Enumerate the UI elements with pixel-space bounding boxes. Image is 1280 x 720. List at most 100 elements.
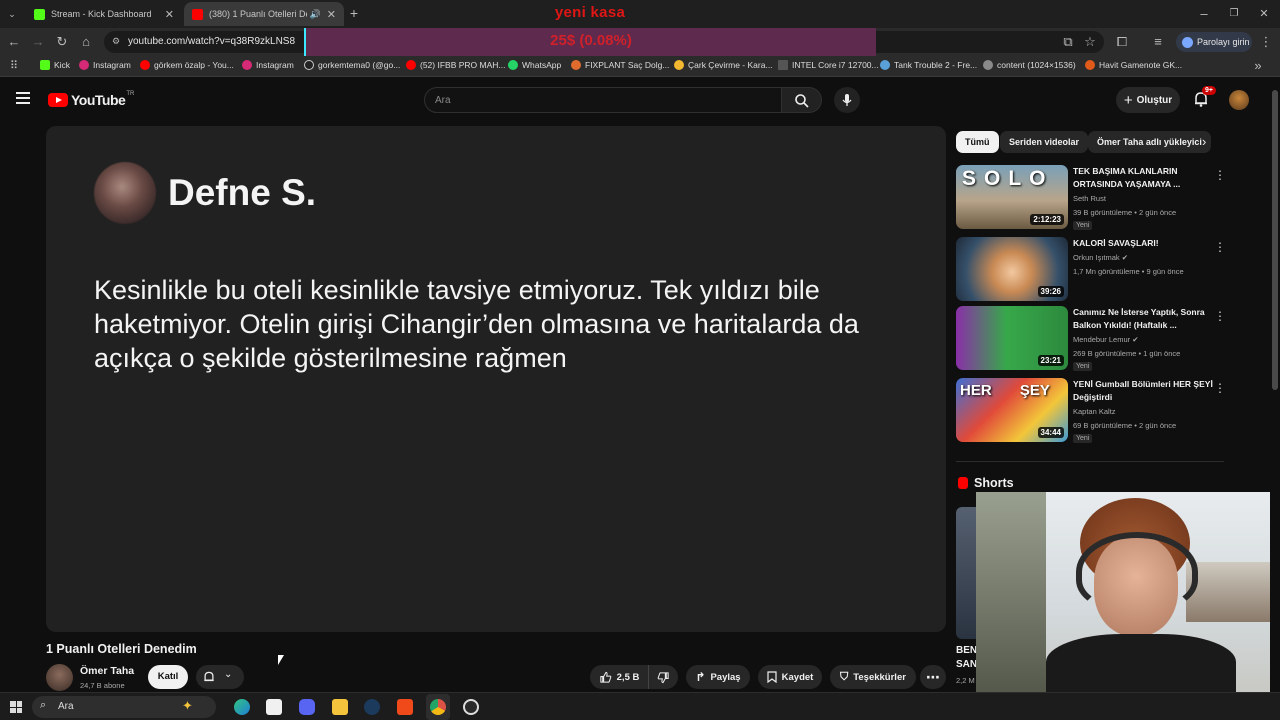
new-badge: Yeni <box>1073 221 1093 230</box>
search-input[interactable]: Ara <box>424 87 782 113</box>
taskbar-search-text: Ara <box>58 701 74 712</box>
recommendation-item[interactable]: 39:26 KALORİ SAVAŞLARI! Orkun Işıtmak ✔ … <box>956 237 1226 303</box>
minimize-icon[interactable]: – <box>1196 6 1212 22</box>
bookmark-havit[interactable]: Havit Gamenote GK... <box>1085 60 1182 70</box>
dislike-button[interactable] <box>648 665 678 689</box>
reload-icon[interactable]: ↻ <box>54 34 70 50</box>
review-text: Kesinlikle bu oteli kesinlikle tavsiye e… <box>94 275 859 373</box>
video-thumbnail[interactable]: 23:21 <box>956 306 1068 370</box>
bookmark-youtube[interactable]: (52) IFBB PRO MAH... <box>406 60 506 70</box>
speaker-icon[interactable]: 🔊 <box>310 9 321 20</box>
brave-icon[interactable] <box>397 699 413 715</box>
chevron-right-icon[interactable]: › <box>1202 134 1206 149</box>
maximize-icon[interactable]: ❐ <box>1226 6 1242 22</box>
bookmark-fixplant[interactable]: FIXPLANT Saç Dolg... <box>571 60 669 70</box>
tab-kick-dashboard[interactable]: Stream - Kick Dashboard ✕ <box>26 2 182 26</box>
recommendation-item[interactable]: 23:21 Canımız Ne İsterse Yaptık, Sonra B… <box>956 306 1226 372</box>
close-tab-icon[interactable]: ✕ <box>327 8 336 21</box>
bookmark-tank-trouble[interactable]: Tank Trouble 2 - Fre... <box>880 60 977 70</box>
recommendation-item[interactable]: HER ŞEY 34:44 YENİ Gumball Bölümleri HER… <box>956 378 1226 444</box>
bookmark-star-icon[interactable]: ☆ <box>1082 34 1098 50</box>
join-button[interactable]: Katıl <box>148 665 188 689</box>
bookmark-instagram[interactable]: Instagram <box>79 60 131 70</box>
recommendation-item[interactable]: SOLO 2:12:23 TEK BAŞIMA KLANLARIN ORTASI… <box>956 165 1226 231</box>
bookmark-whatsapp[interactable]: WhatsApp <box>508 60 561 70</box>
short-thumbnail[interactable] <box>956 507 976 639</box>
edge-icon[interactable] <box>234 699 250 715</box>
store-icon[interactable] <box>266 699 282 715</box>
donation-goal-bar: 25$ (0.08%) <box>304 28 876 56</box>
verified-icon: ✔ <box>1132 335 1139 344</box>
chip-uploader[interactable]: Ömer Taha adlı yükleyici <box>1088 131 1211 153</box>
steam-icon[interactable] <box>364 699 380 715</box>
obs-icon[interactable] <box>463 699 479 715</box>
region-code: TR <box>126 91 135 97</box>
video-player[interactable]: Defne S. Kesinlikle bu oteli kesinlikle … <box>46 126 946 632</box>
save-button[interactable]: Kaydet <box>758 665 822 689</box>
chip-series[interactable]: Seriden videolar <box>1000 131 1089 153</box>
notifications-button[interactable]: 9+ <box>1192 86 1216 110</box>
site-info-icon[interactable]: ⚙ <box>112 36 120 47</box>
bookmark-tiktok[interactable]: gorkemtema0 (@go... <box>304 60 400 70</box>
video-thumbnail[interactable]: SOLO 2:12:23 <box>956 165 1068 229</box>
like-button[interactable]: 2,5 B <box>590 665 648 689</box>
close-tab-icon[interactable]: ✕ <box>165 8 174 21</box>
bookmark-intel[interactable]: INTEL Core i7 12700... <box>778 60 879 70</box>
password-button[interactable]: Parolayı girin <box>1176 32 1252 52</box>
share-label: Paylaş <box>710 671 741 683</box>
install-app-icon[interactable]: ⧉ <box>1060 34 1076 50</box>
tab-search-icon[interactable]: ⌄ <box>4 6 20 22</box>
user-icon <box>1182 36 1193 48</box>
apps-grid-icon[interactable]: ⠿ <box>6 58 22 74</box>
bookmark-instagram[interactable]: Instagram <box>242 60 294 70</box>
new-tab-button[interactable]: + <box>346 5 362 21</box>
video-thumbnail[interactable]: HER ŞEY 34:44 <box>956 378 1068 442</box>
create-button[interactable]: + Oluştur <box>1116 87 1180 113</box>
more-options-icon[interactable]: ⋮ <box>1214 309 1226 323</box>
intel-icon <box>778 60 788 70</box>
more-actions-button[interactable]: ⋯ <box>920 665 946 689</box>
windows-start-icon[interactable] <box>10 701 22 713</box>
bookmarks-overflow-icon[interactable]: » <box>1250 58 1266 74</box>
extensions-icon[interactable]: ⧠ <box>1114 34 1130 50</box>
bookmark-kick[interactable]: Kick <box>40 60 70 70</box>
more-options-icon[interactable]: ⋮ <box>1214 240 1226 254</box>
like-count: 2,5 B <box>616 671 640 683</box>
webcam-overlay <box>976 492 1280 692</box>
recommendation-channel: Mendebur Lemur <box>1073 335 1131 344</box>
more-options-icon[interactable]: ⋮ <box>1214 381 1226 395</box>
forward-icon[interactable]: → <box>30 34 46 50</box>
recommendation-meta: 1,7 Mn görüntüleme • 9 gün önce <box>1073 267 1184 276</box>
channel-avatar[interactable] <box>46 664 73 691</box>
more-options-icon[interactable]: ⋮ <box>1214 168 1226 182</box>
subscription-bell-button[interactable]: ⌄ <box>196 665 244 689</box>
discord-icon[interactable] <box>299 699 315 715</box>
tab-youtube-video[interactable]: (380) 1 Puanlı Otelleri Dene 🔊 ✕ <box>184 2 344 26</box>
menu-icon[interactable] <box>16 92 30 104</box>
close-window-icon[interactable]: ✕ <box>1256 6 1272 22</box>
back-icon[interactable]: ← <box>6 34 22 50</box>
channel-name[interactable]: Ömer Taha <box>80 665 134 677</box>
chip-all[interactable]: Tümü <box>956 131 999 153</box>
instagram-icon <box>79 60 89 70</box>
youtube-logo[interactable]: YouTube TR <box>48 91 135 108</box>
voice-search-button[interactable] <box>834 87 860 113</box>
share-button[interactable]: ↱ Paylaş <box>686 665 750 689</box>
browser-tab-bar: ⌄ Stream - Kick Dashboard ✕ (380) 1 Puan… <box>0 0 1280 28</box>
page-scrollbar[interactable] <box>1270 78 1280 692</box>
search-button[interactable] <box>782 87 822 113</box>
home-icon[interactable]: ⌂ <box>78 34 94 50</box>
scrollbar-thumb[interactable] <box>1272 90 1278 390</box>
file-explorer-icon[interactable] <box>332 699 348 715</box>
taskbar-search[interactable]: ⌕ Ara ✦ <box>32 696 216 718</box>
media-controls-icon[interactable]: ≡ <box>1150 34 1166 50</box>
tiktok-icon <box>304 60 314 70</box>
verified-icon: ✔ <box>1121 253 1129 262</box>
bookmark-wheel[interactable]: Çark Çevirme - Kara... <box>674 60 773 70</box>
thanks-button[interactable]: ⛉ Teşekkürler <box>830 665 916 689</box>
bookmark-content[interactable]: content (1024×1536) <box>983 60 1076 70</box>
account-avatar[interactable] <box>1229 90 1249 110</box>
video-thumbnail[interactable]: 39:26 <box>956 237 1068 301</box>
bookmark-youtube[interactable]: görkem özalp - You... <box>140 60 234 70</box>
browser-menu-icon[interactable]: ⋮ <box>1258 34 1274 50</box>
